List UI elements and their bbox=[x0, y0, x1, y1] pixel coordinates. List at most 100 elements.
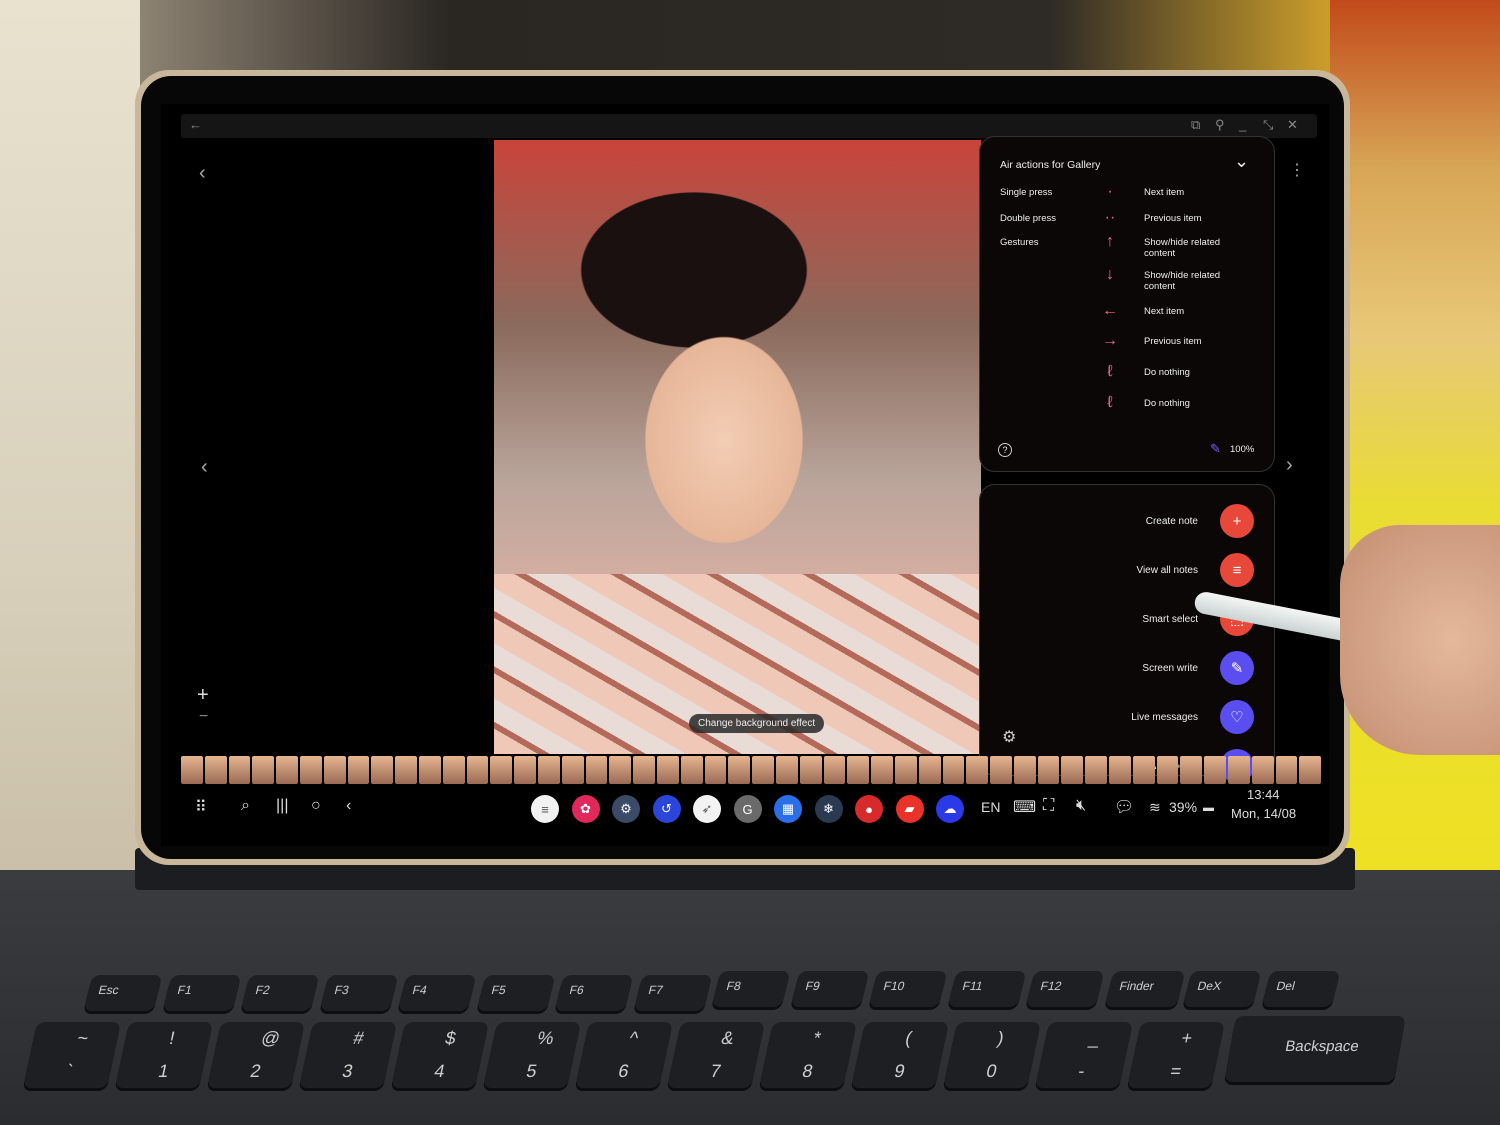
key-f11[interactable]: F11 bbox=[947, 971, 1026, 1007]
air-command-item[interactable]: Live messages ♡ bbox=[1131, 699, 1254, 735]
thumbnail[interactable] bbox=[823, 756, 846, 784]
thumbnail[interactable] bbox=[656, 756, 679, 784]
keyboard-icon[interactable]: ⌨ bbox=[1013, 797, 1036, 817]
zoom-in-button[interactable]: + bbox=[197, 684, 209, 707]
thumbnail[interactable] bbox=[633, 756, 655, 784]
key-f3[interactable]: F3 bbox=[319, 975, 398, 1011]
thumbnail[interactable] bbox=[704, 756, 727, 784]
thumbnail[interactable] bbox=[680, 756, 703, 784]
air-command-item[interactable]: Create note + bbox=[1146, 503, 1254, 539]
more-options-icon[interactable]: ⋮ bbox=[1289, 160, 1305, 180]
key-7[interactable]: & 7 bbox=[666, 1022, 766, 1088]
collapse-chevron-icon[interactable]: ⌄ bbox=[1234, 151, 1249, 172]
air-command-item[interactable]: Screen write ✎ bbox=[1142, 650, 1254, 686]
thumbnail[interactable] bbox=[585, 756, 608, 784]
key-6[interactable]: ^ 6 bbox=[574, 1022, 674, 1088]
air-action-row[interactable]: Single press · Next item bbox=[1000, 183, 1260, 215]
key-f8[interactable]: F8 bbox=[711, 971, 791, 1007]
mute-icon[interactable]: 🔇︎ bbox=[1076, 797, 1086, 815]
air-action-row[interactable]: ℓ Do nothing bbox=[1000, 394, 1260, 426]
thumbnail[interactable] bbox=[1061, 756, 1084, 784]
app-flipboard-icon[interactable]: ▰ bbox=[895, 795, 924, 823]
key-2[interactable]: @2 bbox=[206, 1022, 306, 1088]
key-1[interactable]: ! 1 bbox=[114, 1022, 214, 1088]
thumbnail[interactable] bbox=[537, 756, 560, 784]
screenshot-icon[interactable]: ⛶ bbox=[1043, 797, 1054, 815]
thumbnail[interactable] bbox=[1013, 756, 1036, 784]
air-action-row[interactable]: ℓ Do nothing bbox=[1000, 363, 1260, 395]
app-notes-icon[interactable]: ≡ bbox=[531, 795, 559, 823]
app-game-icon[interactable]: ● bbox=[855, 795, 883, 823]
thumbnail[interactable] bbox=[466, 756, 489, 784]
thumbnail[interactable] bbox=[871, 756, 893, 784]
air-action-row[interactable]: ← Next item bbox=[1000, 302, 1260, 334]
thumbnail[interactable] bbox=[181, 756, 203, 784]
thumbnail[interactable] bbox=[228, 756, 251, 784]
thumbnail[interactable] bbox=[942, 756, 965, 784]
key-dex[interactable]: DeX bbox=[1182, 971, 1262, 1007]
key-f4[interactable]: F4 bbox=[397, 975, 477, 1011]
thumbnail[interactable] bbox=[609, 756, 632, 784]
minimize-icon[interactable]: _ bbox=[1239, 117, 1246, 132]
thumbnail[interactable] bbox=[371, 756, 394, 784]
key-f9[interactable]: F9 bbox=[790, 971, 869, 1007]
back-arrow-icon[interactable]: ← bbox=[189, 117, 202, 132]
key--[interactable]: _ - bbox=[1034, 1022, 1134, 1088]
thumbnail[interactable] bbox=[514, 756, 536, 784]
key-3[interactable]: #3 bbox=[298, 1022, 398, 1088]
air-action-row[interactable]: Gestures ↑ Show/hide related content bbox=[1000, 233, 1260, 265]
shrink-icon[interactable]: ⤡ bbox=[1263, 117, 1273, 133]
key-f5[interactable]: F5 bbox=[476, 975, 555, 1011]
key-f7[interactable]: F7 bbox=[633, 975, 712, 1011]
back-icon[interactable]: ‹ bbox=[346, 797, 351, 815]
key-f1[interactable]: F1 bbox=[162, 975, 241, 1011]
thumbnail[interactable] bbox=[775, 756, 798, 784]
thumbnail[interactable] bbox=[799, 756, 822, 784]
key-8[interactable]: * 8 bbox=[758, 1022, 858, 1088]
next-image-icon[interactable]: › bbox=[1286, 454, 1293, 477]
back-chevron-icon[interactable]: ‹ bbox=[199, 162, 206, 185]
key-esc[interactable]: Esc bbox=[83, 975, 163, 1011]
app-app-store-icon[interactable]: ▦ bbox=[774, 795, 802, 823]
home-icon[interactable]: ○ bbox=[311, 797, 321, 815]
thumbnail[interactable] bbox=[1109, 756, 1131, 784]
previous-image-icon[interactable]: ‹ bbox=[201, 456, 208, 479]
key-f2[interactable]: F2 bbox=[240, 975, 320, 1011]
thumbnail[interactable] bbox=[990, 756, 1012, 784]
app-cloud-icon[interactable]: ☁ bbox=[936, 795, 964, 823]
thumbnail[interactable] bbox=[561, 756, 584, 784]
thumbnail[interactable] bbox=[894, 756, 917, 784]
key-4[interactable]: $4 bbox=[390, 1022, 490, 1088]
thumbnail[interactable] bbox=[252, 756, 275, 784]
thumbnail[interactable] bbox=[1132, 756, 1155, 784]
thumbnail[interactable] bbox=[395, 756, 417, 784]
app-drawer-icon[interactable]: ⠿ bbox=[195, 797, 207, 817]
pin-icon[interactable]: ⚲ bbox=[1215, 117, 1225, 133]
app-settings-icon[interactable]: ⚙ bbox=[612, 795, 640, 823]
app-google-icon[interactable]: G bbox=[733, 795, 762, 823]
air-command-item[interactable]: View all notes ≡ bbox=[1136, 552, 1254, 588]
thumbnail[interactable] bbox=[966, 756, 989, 784]
key-0[interactable]: ) 0 bbox=[942, 1022, 1042, 1088]
thumbnail[interactable] bbox=[299, 756, 322, 784]
thumbnail[interactable] bbox=[1228, 756, 1250, 784]
language-indicator[interactable]: EN bbox=[981, 799, 1000, 815]
thumbnail[interactable] bbox=[847, 756, 870, 784]
thumbnail[interactable] bbox=[276, 756, 298, 784]
thumbnail[interactable] bbox=[490, 756, 513, 784]
thumbnail[interactable] bbox=[1156, 756, 1179, 784]
thumbnail[interactable] bbox=[1037, 756, 1060, 784]
key-backspace[interactable]: Backspace bbox=[1224, 1016, 1406, 1082]
app-snowflake-icon[interactable]: ❄ bbox=[814, 795, 843, 823]
thumbnail[interactable] bbox=[1299, 756, 1322, 784]
key-f6[interactable]: F6 bbox=[554, 975, 634, 1011]
key-del[interactable]: Del bbox=[1261, 971, 1340, 1007]
recents-icon[interactable]: ||| bbox=[276, 797, 288, 815]
thumbnail[interactable] bbox=[1204, 756, 1227, 784]
change-background-effect-button[interactable]: Change background effect bbox=[689, 714, 825, 733]
app-app-orange-icon[interactable]: ➶ bbox=[693, 795, 721, 823]
settings-gear-icon[interactable]: ⚙ bbox=[1002, 727, 1016, 747]
key-9[interactable]: (9 bbox=[850, 1022, 950, 1088]
key-f12[interactable]: F12 bbox=[1025, 971, 1105, 1007]
wifi-icon[interactable]: ≋ bbox=[1149, 799, 1161, 816]
